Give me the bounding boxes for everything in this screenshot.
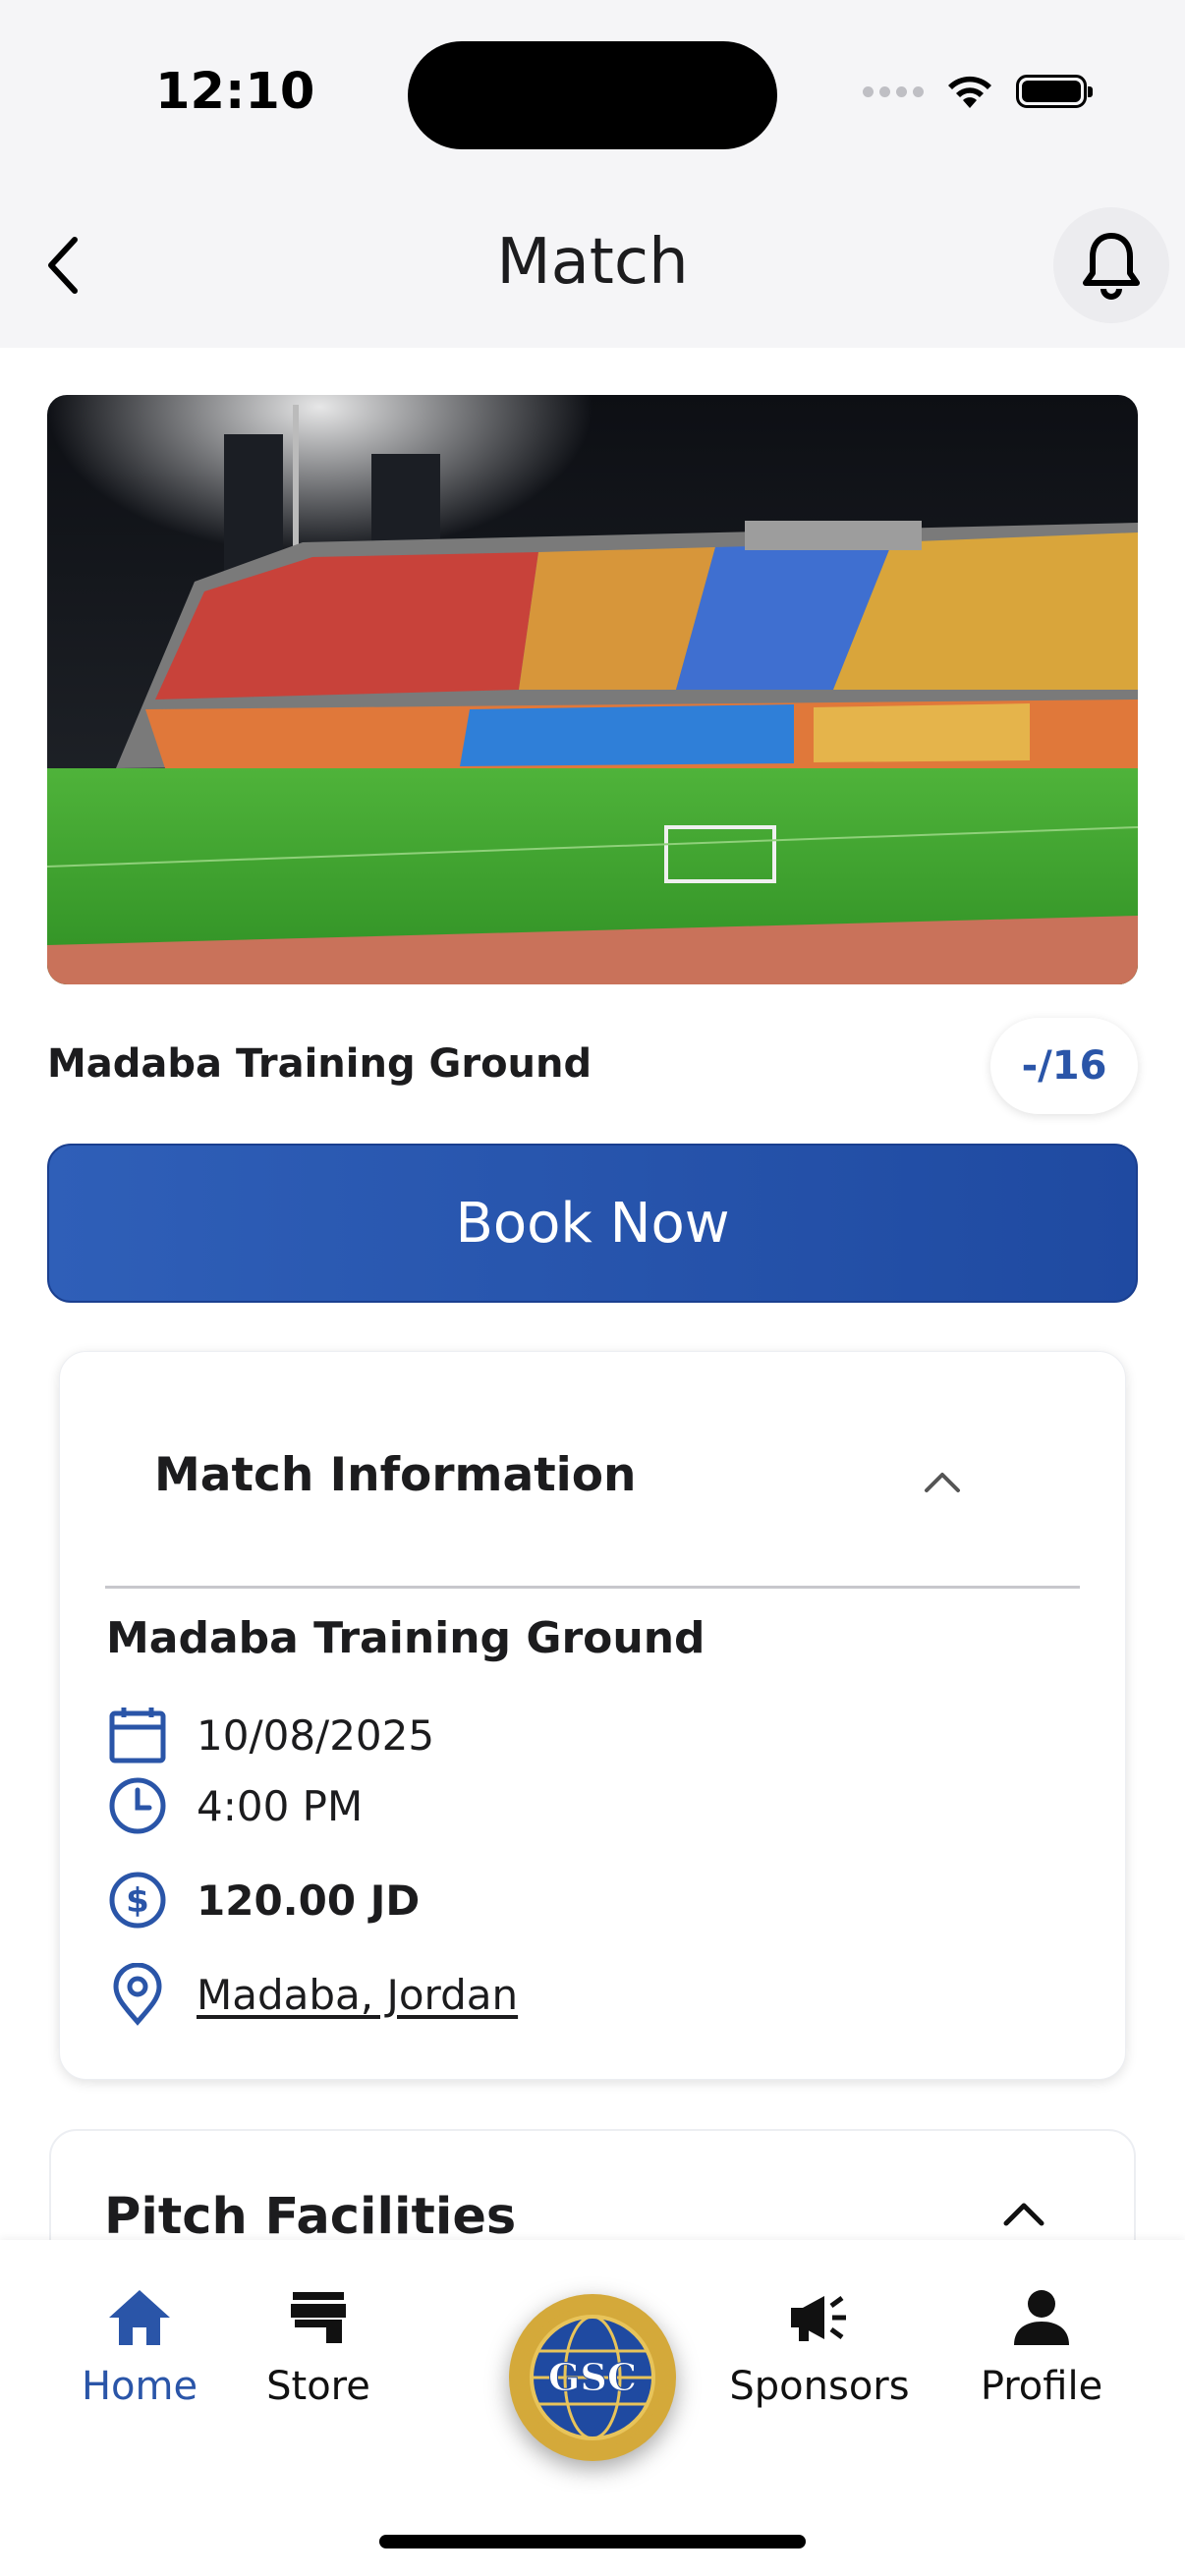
svg-text:$: $ bbox=[126, 1881, 149, 1921]
calendar-icon bbox=[106, 1704, 169, 1766]
match-price: 120.00 JD bbox=[197, 1876, 421, 1925]
bell-icon bbox=[1083, 233, 1140, 300]
battery-icon bbox=[1016, 75, 1093, 108]
capacity-badge: -/16 bbox=[990, 1018, 1138, 1114]
match-location-link[interactable]: Madaba, Jordan bbox=[197, 1971, 518, 2019]
tab-store[interactable]: Store bbox=[220, 2283, 417, 2409]
match-venue-row: Madaba Training Ground bbox=[106, 1613, 705, 1663]
megaphone-icon bbox=[785, 2283, 854, 2352]
tab-profile[interactable]: Profile bbox=[943, 2283, 1140, 2409]
clock-icon bbox=[106, 1774, 169, 1837]
pitch-facilities-title: Pitch Facilities bbox=[104, 2188, 517, 2246]
collapse-toggle[interactable] bbox=[913, 1458, 972, 1507]
match-information-header[interactable]: Match Information bbox=[60, 1352, 1125, 1586]
price-row: $ 120.00 JD bbox=[106, 1869, 420, 1932]
logo-text: GSC bbox=[548, 2355, 637, 2399]
home-icon bbox=[105, 2283, 174, 2352]
date-row: 10/08/2025 bbox=[106, 1704, 434, 1766]
divider bbox=[105, 1586, 1080, 1589]
notifications-button[interactable] bbox=[1053, 207, 1169, 323]
cellular-signal-icon bbox=[863, 85, 924, 97]
status-time: 12:10 bbox=[155, 63, 315, 121]
status-icons bbox=[863, 73, 1093, 110]
chevron-up-icon bbox=[1003, 2203, 1044, 2226]
time-row: 4:00 PM bbox=[106, 1774, 363, 1837]
facilities-collapse-toggle[interactable] bbox=[994, 2190, 1053, 2239]
tab-store-label: Store bbox=[266, 2364, 370, 2409]
match-time: 4:00 PM bbox=[197, 1781, 364, 1830]
globe-logo-icon: GSC bbox=[522, 2307, 663, 2448]
tab-home[interactable]: Home bbox=[41, 2283, 238, 2409]
location-row[interactable]: Madaba, Jordan bbox=[106, 1963, 518, 2026]
home-indicator[interactable] bbox=[379, 2535, 806, 2548]
tab-sponsors-label: Sponsors bbox=[729, 2364, 910, 2409]
location-pin-icon bbox=[106, 1963, 169, 2026]
match-information-title: Match Information bbox=[154, 1448, 637, 1502]
tab-sponsors[interactable]: Sponsors bbox=[721, 2283, 918, 2409]
chevron-up-icon bbox=[925, 1473, 960, 1492]
tab-home-label: Home bbox=[81, 2364, 198, 2409]
person-icon bbox=[1007, 2283, 1076, 2352]
dollar-icon: $ bbox=[106, 1869, 169, 1932]
gsc-logo-button[interactable]: GSC bbox=[509, 2294, 676, 2461]
book-now-button[interactable]: Book Now bbox=[47, 1144, 1138, 1303]
store-icon bbox=[284, 2283, 353, 2352]
venue-photo bbox=[47, 395, 1138, 984]
tab-profile-label: Profile bbox=[980, 2364, 1103, 2409]
dynamic-island bbox=[408, 41, 777, 149]
venue-name: Madaba Training Ground bbox=[47, 1041, 592, 1087]
page-title: Match bbox=[496, 226, 689, 299]
match-venue-name: Madaba Training Ground bbox=[106, 1613, 705, 1663]
wifi-icon bbox=[948, 76, 991, 108]
match-date: 10/08/2025 bbox=[197, 1710, 435, 1760]
